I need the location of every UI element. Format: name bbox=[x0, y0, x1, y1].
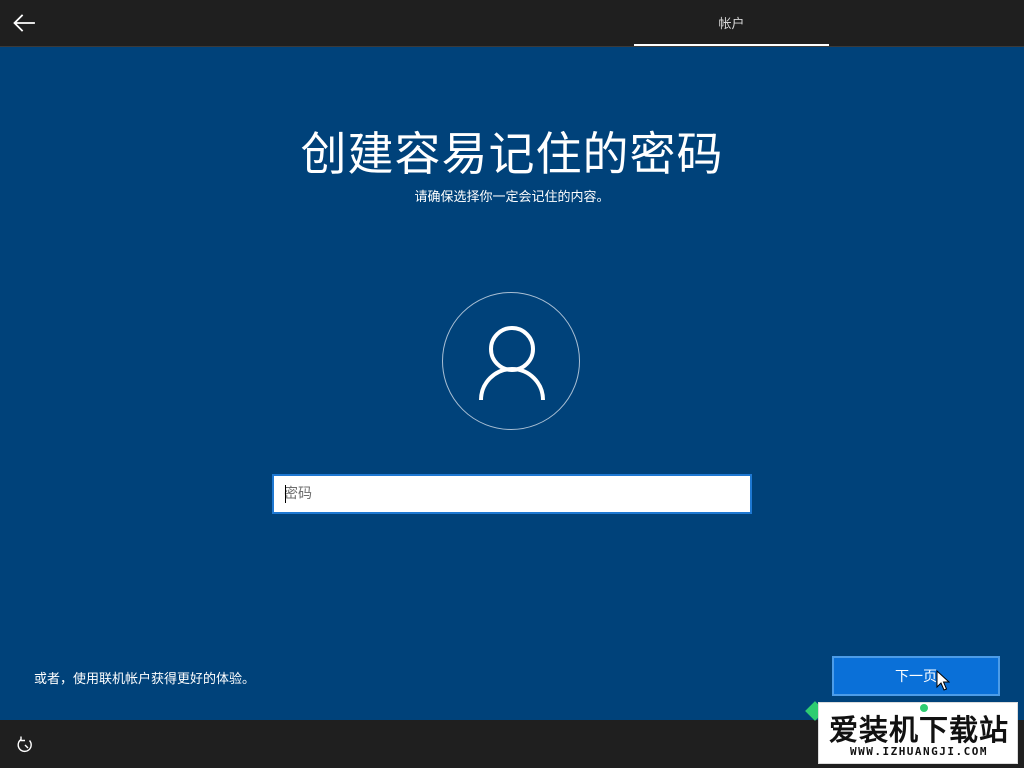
password-field-container bbox=[272, 474, 752, 514]
avatar bbox=[442, 292, 580, 430]
page-title: 创建容易记住的密码 bbox=[300, 127, 724, 181]
back-button[interactable] bbox=[10, 9, 38, 37]
text-caret bbox=[285, 485, 286, 503]
setup-screen: 帐户 创建容易记住的密码 请确保选择你一定会记住的内容。 或者，使用联机帐户获得… bbox=[0, 0, 1024, 768]
watermark-dot bbox=[920, 704, 928, 712]
tab-account: 帐户 bbox=[634, 0, 829, 46]
online-account-link[interactable]: 或者，使用联机帐户获得更好的体验。 bbox=[34, 668, 255, 687]
password-input[interactable] bbox=[274, 476, 750, 512]
top-bar: 帐户 bbox=[0, 0, 1024, 47]
next-button[interactable]: 下一页 bbox=[832, 656, 1000, 696]
watermark-name: 爱装机下载站 bbox=[828, 713, 1009, 747]
next-button-label: 下一页 bbox=[895, 669, 937, 685]
watermark-logo: 爱装机下载站 WWW.IZHUANGJI.COM bbox=[818, 702, 1018, 764]
user-icon bbox=[479, 326, 545, 401]
page-subtitle: 请确保选择你一定会记住的内容。 bbox=[414, 190, 610, 205]
tab-account-label: 帐户 bbox=[718, 16, 745, 32]
mouse-cursor-icon bbox=[936, 670, 950, 691]
accessibility-button[interactable] bbox=[14, 734, 36, 756]
accessibility-icon bbox=[17, 736, 32, 753]
back-arrow-icon bbox=[13, 14, 35, 32]
watermark-url: WWW.IZHUANGJI.COM bbox=[849, 745, 989, 758]
